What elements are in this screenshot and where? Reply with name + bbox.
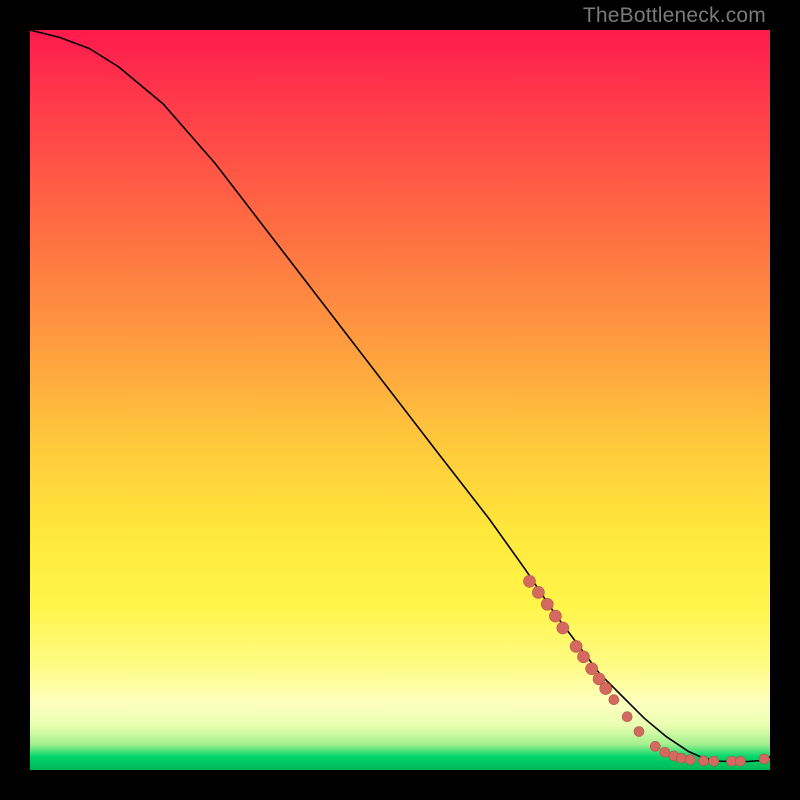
data-point — [524, 575, 536, 587]
data-point — [549, 610, 561, 622]
data-point — [578, 651, 590, 663]
chart-overlay — [30, 30, 770, 770]
data-point — [532, 586, 544, 598]
data-point — [557, 622, 569, 634]
bottleneck-curve — [30, 30, 770, 761]
data-point — [570, 640, 582, 652]
data-point — [727, 756, 737, 766]
data-point — [541, 598, 553, 610]
data-point — [650, 741, 660, 751]
data-point — [586, 663, 598, 675]
chart-frame: TheBottleneck.com — [0, 0, 800, 800]
watermark-text: TheBottleneck.com — [583, 4, 766, 28]
data-point — [709, 756, 719, 766]
data-point — [600, 683, 612, 695]
data-point — [735, 756, 745, 766]
data-point — [685, 755, 695, 765]
data-point — [622, 712, 632, 722]
data-point — [698, 756, 708, 766]
plot-area — [30, 30, 770, 770]
data-point — [609, 695, 619, 705]
data-points — [524, 575, 770, 766]
data-point — [676, 753, 686, 763]
data-point — [660, 747, 670, 757]
data-point — [634, 727, 644, 737]
data-point — [759, 754, 769, 764]
